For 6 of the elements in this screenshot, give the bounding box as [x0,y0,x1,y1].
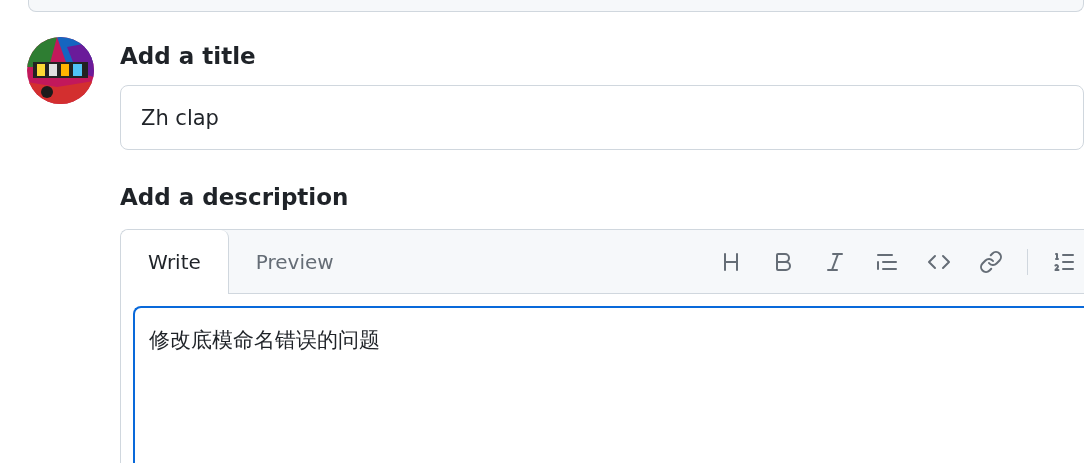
editor-tab[interactable]: Write [121,230,229,294]
description-field[interactable]: 修改底模命名错误的问题 [133,306,1084,463]
title-input[interactable]: Zh clap [120,85,1084,150]
title-label: Add a title [120,45,257,68]
editor-tab[interactable]: Preview [228,230,362,293]
description-label: Add a description [120,186,350,209]
